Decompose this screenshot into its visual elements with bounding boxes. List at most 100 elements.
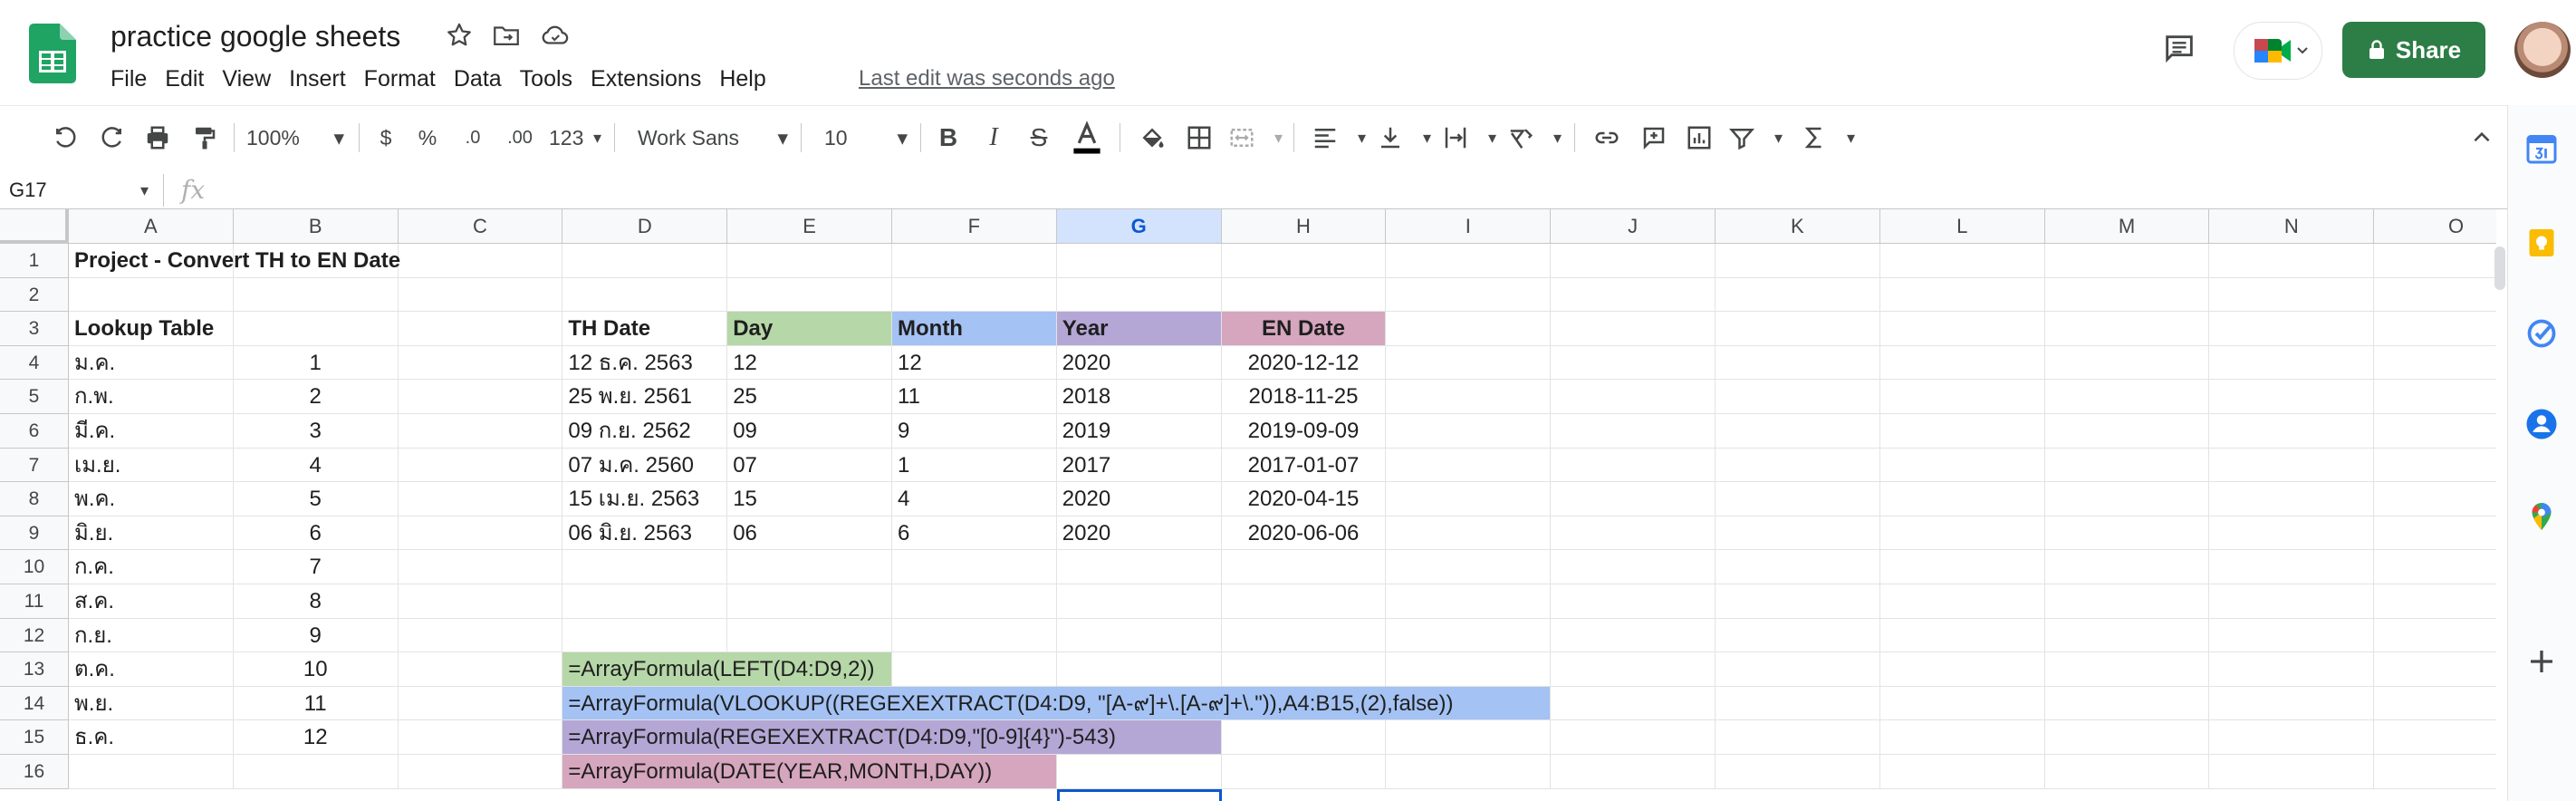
cell[interactable] (1716, 244, 1880, 278)
cell-d3[interactable]: TH Date (562, 312, 728, 346)
share-button[interactable]: Share (2342, 22, 2485, 78)
cell[interactable] (1386, 244, 1552, 278)
cell[interactable] (1221, 618, 1387, 653)
vertical-scrollbar[interactable] (2494, 246, 2505, 290)
cell-g8[interactable]: 2020 (1056, 482, 1222, 516)
cell[interactable] (892, 618, 1057, 653)
cell[interactable] (1716, 550, 1880, 584)
spreadsheet-grid[interactable]: A B C D E F G H I J K L M N O 1 2 3 4 5 6 7 8 9 10 11 12 13 14 15 16 Pr… (0, 209, 2496, 801)
cell-g5[interactable]: 2018 (1056, 380, 1222, 414)
cell-f5[interactable]: 11 (892, 380, 1057, 414)
active-cell-selection[interactable] (1056, 788, 1222, 801)
menu-edit[interactable]: Edit (156, 63, 213, 94)
row-header-15[interactable]: 15 (0, 720, 69, 755)
cell-a13[interactable]: ต.ค. (69, 652, 234, 687)
cell[interactable] (2209, 618, 2375, 653)
cell[interactable] (2374, 346, 2496, 381)
cell[interactable] (1221, 277, 1387, 313)
cell[interactable] (2374, 482, 2496, 516)
cell[interactable] (1879, 720, 2045, 755)
cell-g4[interactable]: 2020 (1056, 345, 1222, 381)
cell[interactable] (1056, 244, 1222, 278)
cell[interactable] (892, 652, 1057, 687)
cell-d8[interactable]: 15 เม.ย. 2563 (562, 482, 728, 516)
cell[interactable] (562, 244, 728, 278)
column-header-n[interactable]: N (2209, 209, 2375, 244)
cell[interactable] (727, 618, 892, 653)
cell[interactable] (2374, 755, 2496, 789)
add-addon-icon[interactable] (2525, 645, 2558, 678)
cell[interactable] (1716, 345, 1880, 381)
cell[interactable] (2374, 278, 2496, 313)
column-header-j[interactable]: J (1551, 209, 1716, 244)
cell[interactable] (2209, 686, 2375, 721)
cell[interactable] (2374, 550, 2496, 584)
paint-format-icon[interactable] (187, 120, 223, 156)
cell[interactable] (2374, 449, 2496, 483)
cell-e8[interactable]: 15 (727, 482, 892, 516)
cell[interactable] (2044, 686, 2210, 721)
cell-a5[interactable]: ก.พ. (69, 380, 234, 414)
cell[interactable] (1879, 414, 2045, 449)
cell[interactable] (2044, 380, 2210, 414)
cell[interactable] (1879, 312, 2045, 346)
cell[interactable] (1551, 448, 1716, 483)
cell[interactable] (2374, 720, 2496, 755)
cell[interactable] (1386, 277, 1552, 313)
cell[interactable] (1551, 414, 1716, 449)
cell[interactable] (2374, 244, 2496, 278)
cell-f3[interactable]: Month (892, 312, 1057, 346)
row-header-4[interactable]: 4 (0, 345, 69, 381)
strikethrough-icon[interactable]: S (1024, 120, 1054, 156)
filter-icon[interactable]: ▾ (1728, 120, 1783, 156)
cell[interactable] (1551, 345, 1716, 381)
text-rotation-icon[interactable]: ▾ (1507, 120, 1562, 156)
italic-icon[interactable]: I (978, 120, 1009, 156)
cell[interactable] (1221, 550, 1387, 584)
row-header-14[interactable]: 14 (0, 686, 69, 721)
star-icon[interactable] (444, 20, 475, 51)
cell[interactable] (2044, 584, 2210, 619)
cell[interactable] (1551, 652, 1716, 687)
borders-icon[interactable] (1181, 120, 1217, 156)
cell[interactable] (398, 345, 563, 381)
cell[interactable] (398, 482, 563, 516)
cell[interactable] (1716, 277, 1880, 313)
fill-color-icon[interactable] (1134, 120, 1170, 156)
cell[interactable] (1716, 755, 1880, 789)
cell[interactable] (562, 618, 728, 653)
cell-a1[interactable]: Project - Convert TH to EN Date (69, 244, 400, 278)
font-family-select[interactable]: Work Sans ▾ (638, 120, 788, 156)
cell[interactable] (398, 755, 563, 789)
cell[interactable] (398, 550, 563, 584)
cell[interactable] (1716, 686, 1880, 721)
column-header-e[interactable]: E (727, 209, 892, 244)
cell[interactable] (1879, 618, 2045, 653)
cell[interactable] (2044, 482, 2210, 516)
functions-icon[interactable]: ▾ (1801, 120, 1855, 156)
cell-f7[interactable]: 1 (892, 448, 1057, 483)
cell[interactable] (562, 277, 728, 313)
cell[interactable] (2209, 482, 2375, 516)
cell[interactable] (1879, 686, 2045, 721)
contacts-icon[interactable] (2525, 408, 2558, 440)
cell[interactable] (2209, 414, 2375, 449)
cell[interactable] (398, 652, 563, 687)
cell-g7[interactable]: 2017 (1056, 448, 1222, 483)
cell-f6[interactable]: 9 (892, 414, 1057, 449)
cell[interactable] (1386, 516, 1552, 551)
cell[interactable] (1716, 482, 1880, 516)
cell-h9[interactable]: 2020-06-06 (1221, 516, 1387, 551)
column-header-c[interactable]: C (398, 209, 563, 244)
column-header-b[interactable]: B (233, 209, 399, 244)
cell[interactable] (2209, 516, 2375, 551)
row-header-6[interactable]: 6 (0, 414, 69, 449)
cell-b9[interactable]: 6 (233, 516, 399, 551)
name-box[interactable]: G17 ▾ (0, 172, 159, 208)
text-wrapping-icon[interactable]: ▾ (1442, 120, 1496, 156)
cell-d7[interactable]: 07 ม.ค. 2560 (562, 448, 728, 483)
move-folder-icon[interactable] (491, 20, 522, 51)
cell[interactable] (1056, 618, 1222, 653)
cell[interactable] (1056, 755, 1222, 789)
cell[interactable] (1221, 584, 1387, 619)
